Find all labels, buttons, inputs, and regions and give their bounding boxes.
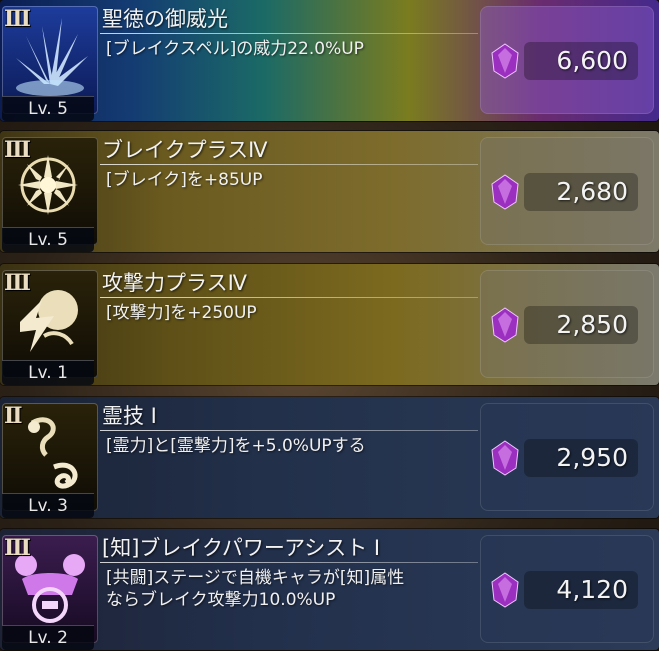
- description-line: [ブレイク]を+85UP: [106, 170, 263, 190]
- title-divider: [100, 562, 478, 563]
- description-line: [ブレイクスペル]の威力22.0%UP: [106, 39, 364, 59]
- price-box: 4,120: [524, 571, 638, 609]
- level-label: Lv. 5: [2, 96, 94, 121]
- price-box: 2,680: [524, 173, 638, 211]
- level-label: Lv. 5: [2, 227, 94, 252]
- price-box: 6,600: [524, 42, 638, 80]
- purchase-button[interactable]: 6,600: [480, 6, 654, 114]
- title-divider: [100, 33, 478, 34]
- level-label: Lv. 1: [2, 360, 94, 385]
- description-line: [攻撃力]を+250UP: [106, 303, 257, 323]
- price-label: 2,950: [556, 443, 628, 472]
- skill-title: ブレイクプラスⅣ: [102, 138, 268, 162]
- rank-badge: III: [4, 270, 31, 296]
- rank-badge: III: [4, 6, 31, 32]
- skill-description: [攻撃力]を+250UP: [106, 302, 476, 324]
- price-label: 6,600: [556, 46, 628, 75]
- skill-description: [共闘]ステージで自機キャラが[知]属性 ならブレイク攻撃力10.0%UP: [106, 567, 476, 611]
- description-line: [共闘]ステージで自機キャラが[知]属性: [106, 568, 405, 588]
- gem-icon: [491, 307, 519, 343]
- level-label: Lv. 2: [2, 625, 94, 650]
- level-label: Lv. 3: [2, 493, 94, 518]
- rank-badge: III: [4, 137, 31, 163]
- price-label: 4,120: [556, 575, 628, 604]
- purchase-button[interactable]: 2,950: [480, 403, 654, 511]
- skill-title: 攻撃力プラスⅣ: [102, 271, 247, 295]
- purchase-button[interactable]: 4,120: [480, 535, 654, 643]
- skill-row[interactable]: III Lv. 2 [知]ブレイクパワーアシスト Ⅰ [共闘]ステージで自機キャ…: [0, 529, 659, 650]
- price-box: 2,950: [524, 439, 638, 477]
- gem-icon: [491, 572, 519, 608]
- description-line: [霊力]と[霊撃力]を+5.0%UPする: [106, 436, 366, 456]
- skill-row[interactable]: III Lv. 5 ブレイクプラスⅣ [ブレイク]を+85UP 2,680: [0, 131, 659, 252]
- description-line: ならブレイク攻撃力10.0%UP: [106, 590, 336, 610]
- gem-icon: [491, 174, 519, 210]
- skill-title: 聖徳の御威光: [102, 7, 228, 31]
- skill-description: [ブレイク]を+85UP: [106, 169, 476, 191]
- price-label: 2,850: [556, 310, 628, 339]
- title-divider: [100, 430, 478, 431]
- skill-description: [霊力]と[霊撃力]を+5.0%UPする: [106, 435, 476, 457]
- rank-badge: II: [4, 403, 23, 429]
- skill-description: [ブレイクスペル]の威力22.0%UP: [106, 38, 476, 60]
- purchase-button[interactable]: 2,680: [480, 137, 654, 245]
- skill-row[interactable]: III Lv. 1 攻撃力プラスⅣ [攻撃力]を+250UP 2,850: [0, 264, 659, 385]
- skill-row[interactable]: III Lv. 5 聖徳の御威光 [ブレイクスペル]の威力22.0%UP 6,6…: [0, 0, 659, 121]
- gem-icon: [491, 43, 519, 79]
- purchase-button[interactable]: 2,850: [480, 270, 654, 378]
- skill-row[interactable]: II Lv. 3 霊技 Ⅰ [霊力]と[霊撃力]を+5.0%UPする 2,950: [0, 397, 659, 518]
- skill-title: 霊技 Ⅰ: [102, 404, 157, 428]
- title-divider: [100, 164, 478, 165]
- gem-icon: [491, 440, 519, 476]
- rank-badge: III: [4, 535, 31, 561]
- title-divider: [100, 297, 478, 298]
- price-box: 2,850: [524, 306, 638, 344]
- skill-title: [知]ブレイクパワーアシスト Ⅰ: [102, 536, 381, 560]
- price-label: 2,680: [556, 177, 628, 206]
